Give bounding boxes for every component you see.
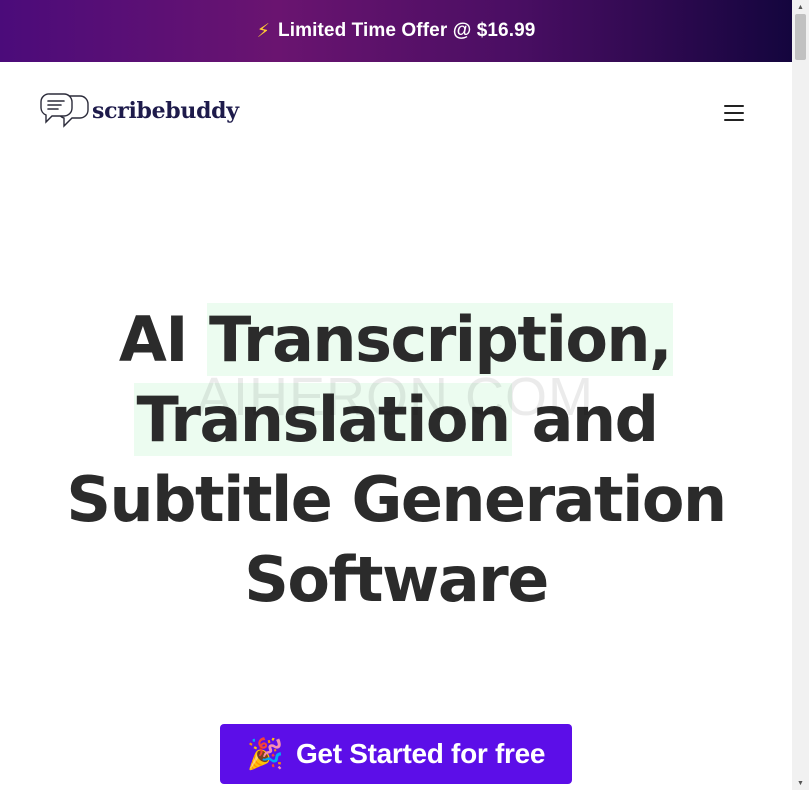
- hero-title-highlight-1: Transcription,: [207, 303, 674, 376]
- hero-title: AI Transcription, Translation and Subtitl…: [40, 300, 752, 620]
- party-popper-icon: 🎉: [246, 737, 284, 771]
- lightning-bolt-icon: ⚡: [256, 20, 271, 42]
- site-header: scribebuddy: [0, 62, 792, 162]
- logo-text: scribebuddy: [92, 98, 239, 124]
- hero-title-part1: AI: [118, 303, 208, 376]
- get-started-label: Get Started for free: [295, 738, 546, 769]
- get-started-button[interactable]: 🎉 Get Started for free: [220, 724, 572, 784]
- hamburger-menu-icon[interactable]: [722, 102, 746, 124]
- logo[interactable]: scribebuddy: [40, 90, 239, 132]
- promo-text: Limited Time Offer @ $16.99: [278, 20, 536, 41]
- page-scrollbar[interactable]: ▲ ▼: [792, 0, 809, 790]
- chat-bubbles-icon: [40, 90, 90, 132]
- promo-banner[interactable]: ⚡ Limited Time Offer @ $16.99: [0, 0, 792, 62]
- scroll-down-arrow-icon[interactable]: ▼: [792, 776, 809, 790]
- scroll-up-arrow-icon[interactable]: ▲: [792, 0, 809, 14]
- hero-title-highlight-2: Translation: [134, 383, 512, 456]
- page: ⚡ Limited Time Offer @ $16.99 scribebudd…: [0, 0, 809, 790]
- scrollbar-thumb[interactable]: [795, 14, 806, 60]
